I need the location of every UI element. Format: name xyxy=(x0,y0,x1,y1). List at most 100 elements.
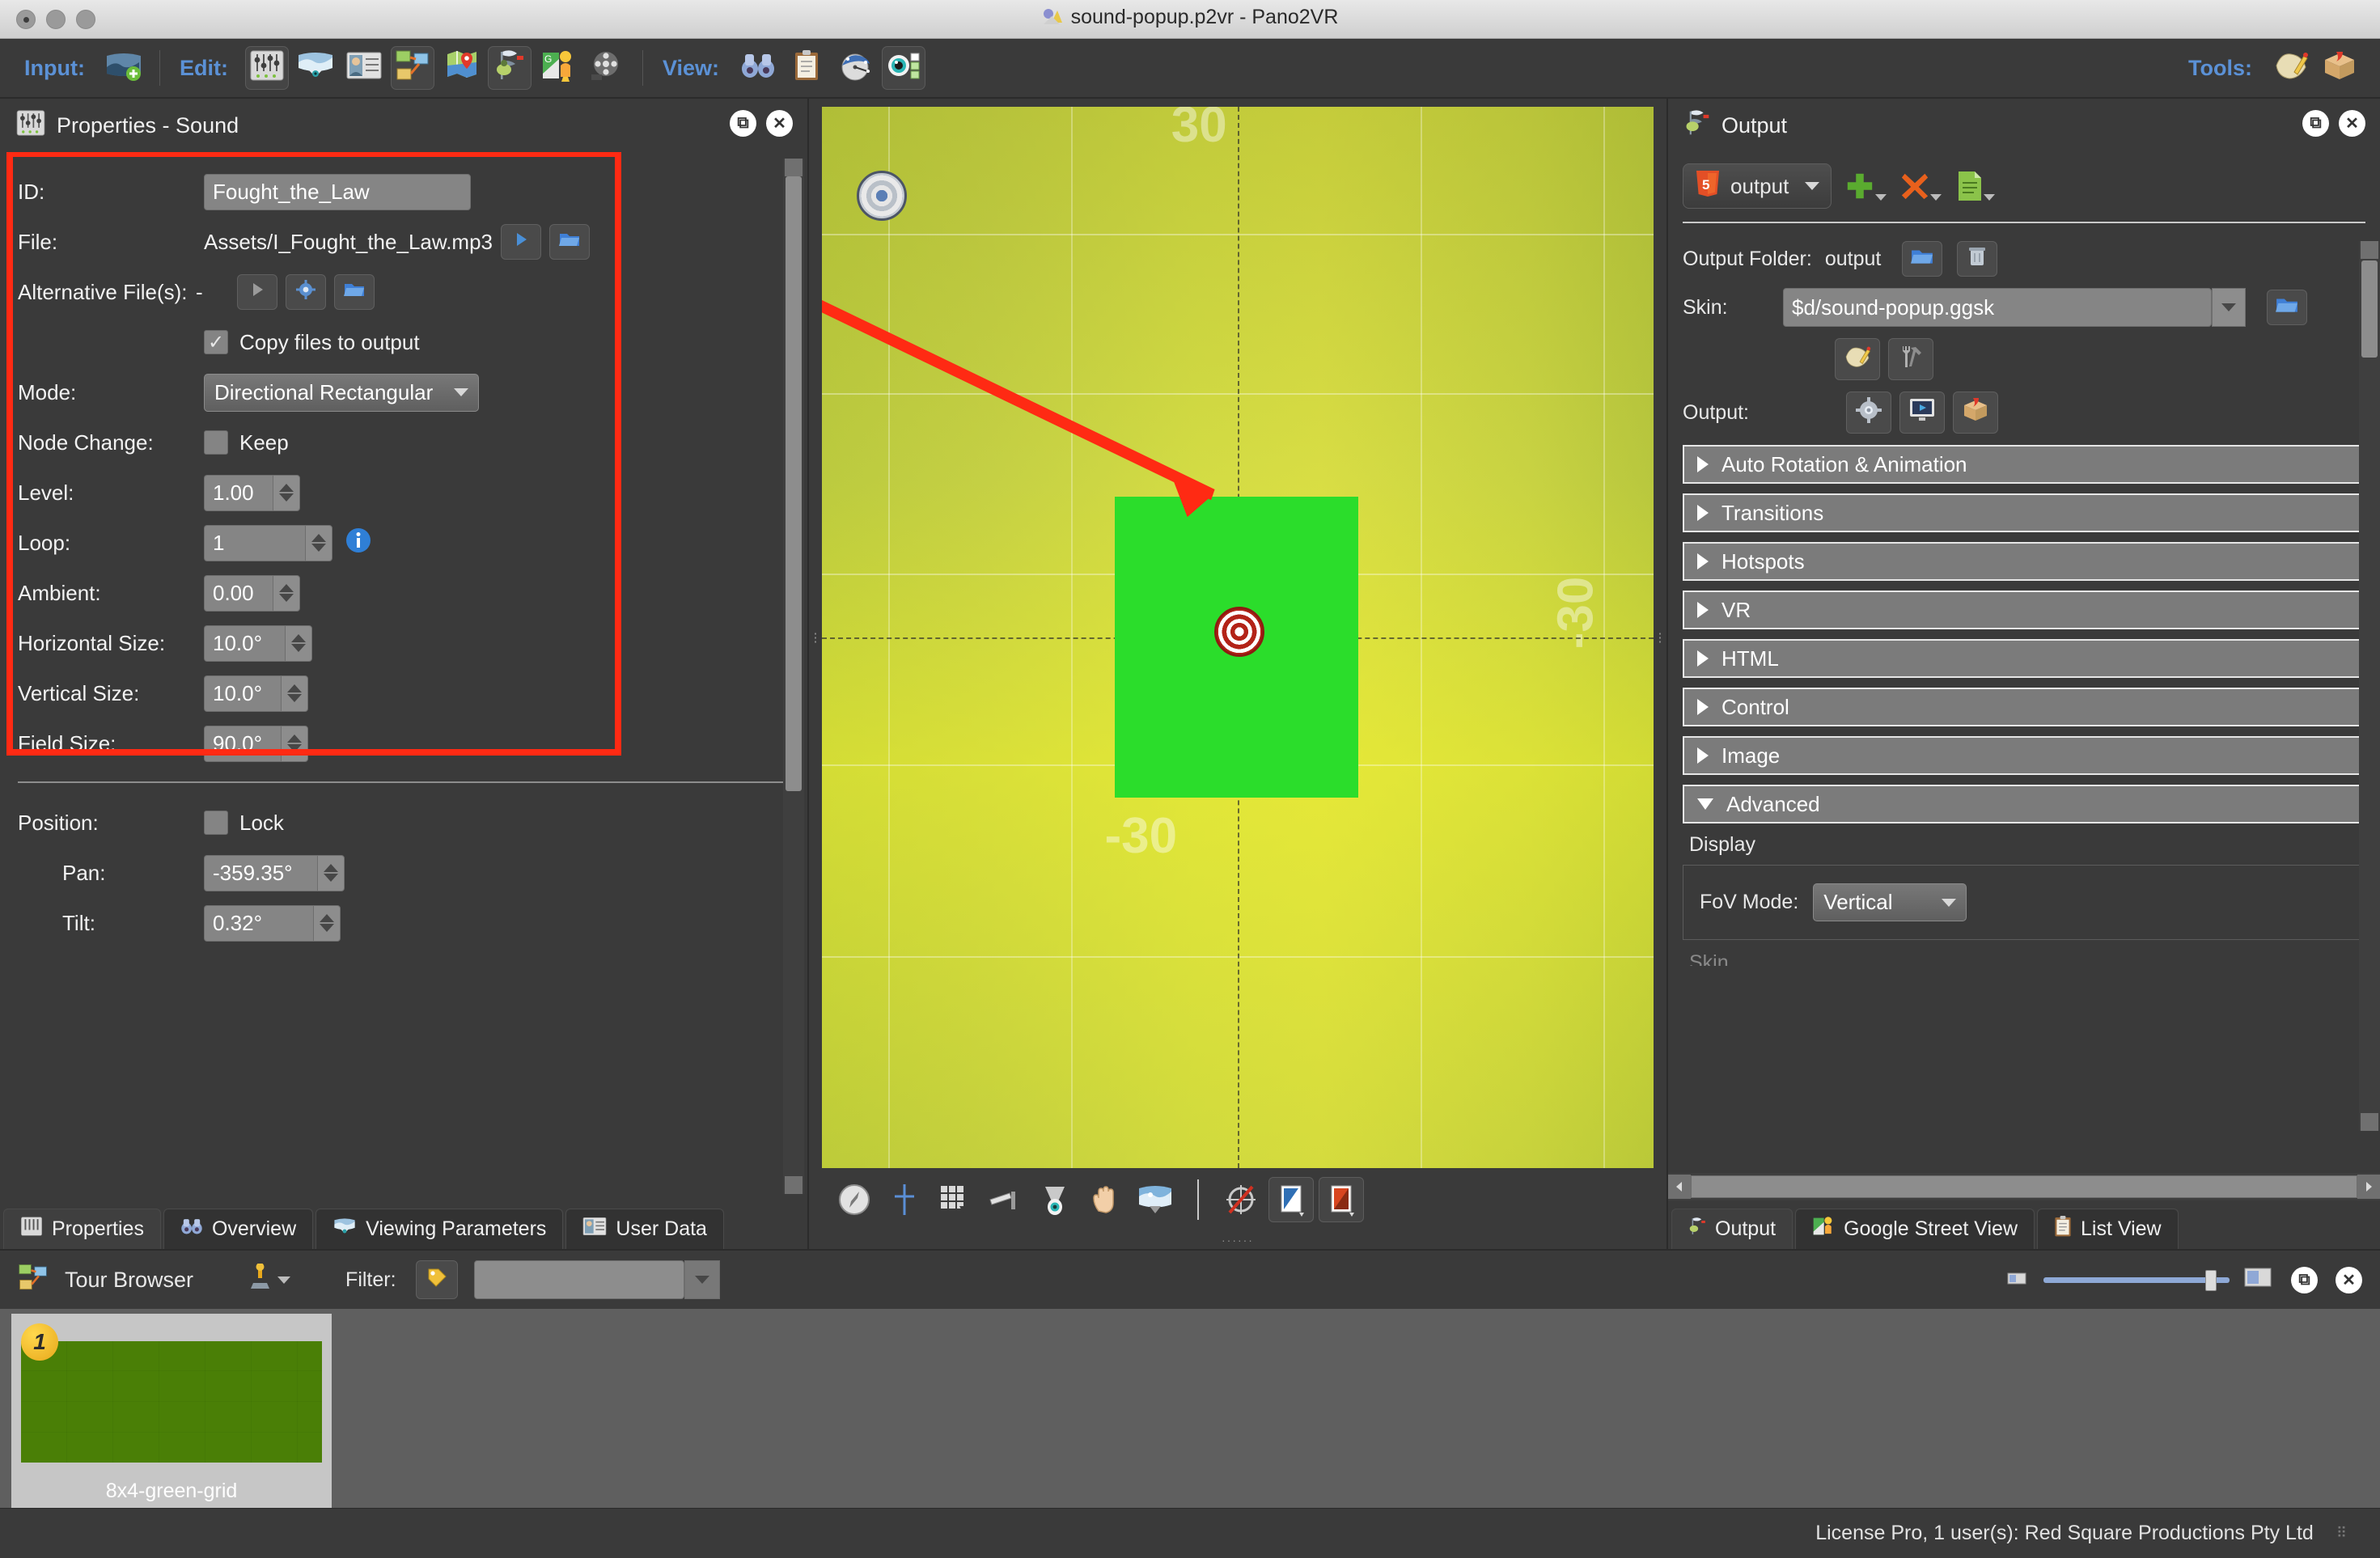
compass-tool-button[interactable] xyxy=(832,1177,877,1222)
level-arrows[interactable] xyxy=(273,474,300,511)
scroll-up-arrow[interactable] xyxy=(2361,241,2378,259)
scroll-thumb[interactable] xyxy=(2361,260,2378,358)
edit-user-data-button[interactable] xyxy=(342,46,386,90)
horizontal-size-stepper[interactable] xyxy=(204,624,312,662)
output-scrollbar[interactable] xyxy=(2359,241,2380,1131)
preview-output-button[interactable] xyxy=(1899,392,1945,434)
loop-info-icon[interactable] xyxy=(345,527,371,559)
section-transitions[interactable]: Transitions xyxy=(1683,493,2365,532)
minimize-window-button[interactable] xyxy=(46,9,66,29)
vertical-size-stepper[interactable] xyxy=(204,675,308,712)
section-vr[interactable]: VR xyxy=(1683,591,2365,629)
mode-select[interactable]: Directional Rectangular xyxy=(204,373,479,412)
alt-play-button[interactable] xyxy=(236,274,277,310)
tab-properties[interactable]: Properties xyxy=(3,1209,161,1249)
section-auto-rotation[interactable]: Auto Rotation & Animation xyxy=(1683,445,2365,484)
thumbnail-size-slider[interactable] xyxy=(2003,1265,2273,1295)
output-document-button[interactable] xyxy=(1954,165,1997,207)
tilt-arrows[interactable] xyxy=(313,904,341,942)
output-folder-browse-button[interactable] xyxy=(1902,241,1943,277)
pan-arrows[interactable] xyxy=(317,854,345,891)
tab-overview[interactable]: Overview xyxy=(163,1209,314,1249)
tour-browser-close-button[interactable]: ✕ xyxy=(2336,1266,2362,1293)
section-html[interactable]: HTML xyxy=(1683,639,2365,678)
output-hscrollbar[interactable] xyxy=(1668,1173,2380,1200)
output-preset-select[interactable]: 5 output xyxy=(1683,163,1832,209)
remove-output-button[interactable] xyxy=(1899,165,1942,207)
tools-package-button[interactable] xyxy=(2318,46,2361,90)
hscroll-left-arrow[interactable] xyxy=(1668,1175,1691,1199)
tour-browser-undock-button[interactable]: ⧉ xyxy=(2291,1266,2318,1293)
skin-tools-button[interactable] xyxy=(1888,338,1933,380)
scroll-down-arrow[interactable] xyxy=(2361,1113,2378,1131)
add-output-button[interactable] xyxy=(1844,165,1887,207)
properties-close-button[interactable]: ✕ xyxy=(766,110,793,137)
alt-settings-button[interactable] xyxy=(285,274,326,310)
tour-browser-strip[interactable]: 1 8x4-green-grid xyxy=(0,1309,2380,1508)
view-visibility-button[interactable] xyxy=(882,46,925,90)
play-file-button[interactable] xyxy=(501,224,542,260)
pan-input[interactable] xyxy=(204,854,317,891)
view-compass-button[interactable] xyxy=(833,46,877,90)
horizontal-size-input[interactable] xyxy=(204,624,285,662)
view-cone-tool-button[interactable] xyxy=(1032,1177,1078,1222)
crosshair-tool-button[interactable] xyxy=(882,1177,927,1222)
output-folder-delete-button[interactable] xyxy=(1957,241,1998,277)
tour-node-thumbnail[interactable]: 1 8x4-green-grid xyxy=(11,1314,332,1508)
section-advanced[interactable]: Advanced xyxy=(1683,785,2365,823)
edit-viewing-parameters-button[interactable] xyxy=(294,46,337,90)
lock-checkbox[interactable] xyxy=(204,811,228,835)
view-list-button[interactable] xyxy=(785,46,828,90)
section-image[interactable]: Image xyxy=(1683,736,2365,775)
tilt-stepper[interactable] xyxy=(204,904,341,942)
hscroll-right-arrow[interactable] xyxy=(2357,1175,2380,1199)
edit-google-street-view-button[interactable]: G xyxy=(536,46,580,90)
left-splitter[interactable]: ⋮ xyxy=(809,107,822,1168)
edit-tour-browser-button[interactable] xyxy=(390,46,434,90)
red-patch-tool-button[interactable] xyxy=(1319,1177,1364,1222)
hscroll-thumb[interactable] xyxy=(1691,1175,2357,1198)
loop-stepper[interactable] xyxy=(204,524,332,561)
tab-output[interactable]: Output xyxy=(1671,1209,1793,1249)
bottom-splitter[interactable]: ······ xyxy=(809,1231,1666,1249)
filter-dropdown-button[interactable] xyxy=(684,1260,720,1299)
add-input-panorama-button[interactable] xyxy=(102,46,146,90)
edit-properties-button[interactable] xyxy=(244,46,289,90)
slider-track[interactable] xyxy=(2043,1269,2230,1291)
horizontal-size-arrows[interactable] xyxy=(285,624,312,662)
ambient-stepper[interactable] xyxy=(204,574,300,612)
level-input[interactable] xyxy=(204,474,273,511)
slider-knob[interactable] xyxy=(2205,1269,2217,1291)
alt-browse-button[interactable] xyxy=(333,274,375,310)
level-stepper[interactable] xyxy=(204,474,300,511)
tools-skin-editor-button[interactable] xyxy=(2269,46,2313,90)
pan-hand-tool-button[interactable] xyxy=(1082,1177,1128,1222)
edit-skin-button[interactable] xyxy=(1835,338,1880,380)
section-hotspots[interactable]: Hotspots xyxy=(1683,542,2365,581)
skin-input[interactable] xyxy=(1783,288,2212,327)
output-settings-button[interactable] xyxy=(1846,392,1891,434)
close-window-button[interactable] xyxy=(16,9,36,29)
tab-viewing-parameters[interactable]: Viewing Parameters xyxy=(315,1209,564,1249)
sound-hotspot-selected[interactable] xyxy=(1214,606,1265,657)
grid-tool-button[interactable] xyxy=(932,1177,977,1222)
vertical-size-arrows[interactable] xyxy=(281,675,308,712)
sound-hotspot-inactive[interactable] xyxy=(857,170,908,221)
browse-file-button[interactable] xyxy=(549,224,591,260)
window-controls[interactable] xyxy=(16,9,95,29)
loop-arrows[interactable] xyxy=(305,524,332,561)
blue-patch-tool-button[interactable] xyxy=(1268,1177,1314,1222)
field-size-input[interactable] xyxy=(204,725,281,762)
filter-input[interactable] xyxy=(473,1260,684,1299)
vertical-size-input[interactable] xyxy=(204,675,281,712)
scroll-thumb[interactable] xyxy=(786,176,802,791)
output-undock-button[interactable]: ⧉ xyxy=(2302,110,2329,137)
tab-google-street-view[interactable]: Google Street View xyxy=(1795,1209,2035,1249)
id-input[interactable] xyxy=(204,173,471,210)
panorama-canvas[interactable]: 30 -30 -30 xyxy=(822,107,1654,1168)
properties-scrollbar[interactable] xyxy=(783,159,804,1194)
pan-stepper[interactable] xyxy=(204,854,345,891)
no-target-tool-button[interactable] xyxy=(1218,1177,1264,1222)
keep-checkbox[interactable] xyxy=(204,430,228,455)
ambient-input[interactable] xyxy=(204,574,273,612)
